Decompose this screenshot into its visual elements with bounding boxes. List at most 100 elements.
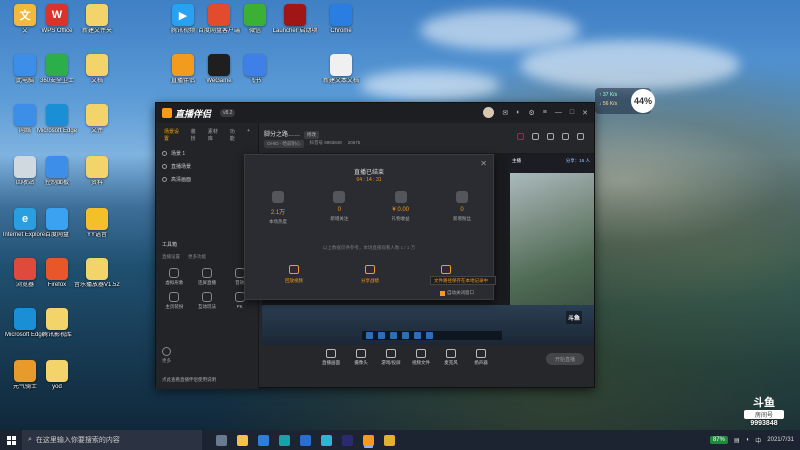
share-icon[interactable] <box>577 133 584 140</box>
record-icon[interactable] <box>517 133 524 140</box>
add-scene-icon[interactable]: + <box>247 128 250 142</box>
app-icon <box>14 360 36 382</box>
scene-item[interactable]: 高清画面 <box>156 173 258 186</box>
mail-icon[interactable]: ✉ <box>502 109 508 117</box>
skin-icon[interactable]: ◐ <box>516 109 520 116</box>
desktop-icon[interactable]: Chrome <box>318 4 364 35</box>
photoshop-icon[interactable] <box>342 434 353 446</box>
desktop-icon[interactable]: 音乐播放器V1.52 绿色 <box>74 258 120 289</box>
layout-icon[interactable] <box>547 133 554 140</box>
visibility-icon[interactable] <box>162 164 167 169</box>
minimize-icon[interactable]: — <box>555 109 562 116</box>
toolbox-tab[interactable]: 更多功能 <box>188 254 206 260</box>
app-icon <box>330 4 352 26</box>
live-companion-taskbar-icon[interactable] <box>363 434 374 446</box>
toolbox-tab[interactable]: 直播设置 <box>162 254 180 260</box>
visibility-icon[interactable] <box>162 177 167 182</box>
battery-indicator[interactable]: 87% <box>709 436 728 444</box>
lock-icon[interactable] <box>532 133 539 140</box>
browser-icon[interactable] <box>321 434 332 446</box>
desktop-icon[interactable]: YY语音 <box>74 208 120 239</box>
control-camera-button[interactable]: 摄像头 <box>346 349 376 366</box>
scene-label: 高清画面 <box>171 177 192 183</box>
desktop-icon[interactable]: Launcher 启动项 <box>272 4 318 35</box>
watermark-brand: 斗鱼 <box>753 397 775 409</box>
auto-close-checkbox[interactable]: 自动关闭窗口 <box>440 290 474 296</box>
desktop-icon[interactable]: 新建文本文档 <box>318 54 364 85</box>
control-speaker-button[interactable]: 扬声器 <box>466 349 496 366</box>
file-explorer-icon[interactable] <box>237 434 248 446</box>
more-tools-button[interactable]: 更多 <box>162 347 171 364</box>
stat-name: 新增粉丝 <box>452 216 471 221</box>
account-id: 抖音号 9993848 <box>309 140 342 145</box>
control-video-button[interactable]: 视频文件 <box>406 349 436 366</box>
settings-icon[interactable]: ⚙ <box>529 109 535 117</box>
app-l-icon[interactable] <box>300 434 311 446</box>
desktop-icon[interactable]: 文档 <box>74 54 120 85</box>
control-cast-button[interactable]: 游戏/投屏 <box>376 349 406 366</box>
desktop-icon[interactable]: 浏览器 <box>2 258 48 289</box>
tool-label: 音效 <box>235 280 245 285</box>
app-icon: W <box>46 4 68 26</box>
notification-icon[interactable] <box>562 133 569 140</box>
desktop-icon[interactable]: yod <box>34 360 80 391</box>
tool-item[interactable]: 虚拟形象 <box>158 268 191 286</box>
taskbar-search[interactable]: ⌕ 在这里输入你要搜索的内容 <box>22 430 202 450</box>
app-logo: 直播伴侣 <box>162 107 211 120</box>
clock-date: 2021/7/31 <box>767 437 794 443</box>
title-bar[interactable]: 直播伴侣 v8.2 ✉ ◐ ⚙ ≡ — □ ✕ <box>156 103 594 123</box>
network-speed-widget[interactable]: ↑ 37 K/s ↓ 56 K/s 44% <box>595 88 655 114</box>
tool-item[interactable]: 互动玩法 <box>191 292 224 310</box>
tool-item[interactable]: 连屏直播 <box>191 268 224 286</box>
maximize-icon[interactable]: □ <box>570 109 574 116</box>
desktop-icon[interactable]: 腾讯影视库 <box>34 308 80 339</box>
tab-scene-settings[interactable]: 场景设置 <box>164 128 183 142</box>
desktop-icon-label: 资料 <box>90 180 103 186</box>
checkbox-icon[interactable] <box>440 290 445 296</box>
scene-item[interactable]: 直播场景 <box>156 160 258 173</box>
app-icon <box>14 156 36 178</box>
clock[interactable]: 2021/7/31 <box>767 436 794 444</box>
left-tabs: 场景设置 装扮 素材库 功能 + <box>156 123 258 147</box>
mail-icon[interactable] <box>258 434 269 446</box>
control-label: 游戏/投屏 <box>381 360 401 365</box>
menu-icon[interactable]: ≡ <box>543 109 547 116</box>
tab-dressup[interactable]: 装扮 <box>191 128 200 142</box>
preview-host-label: 主播 <box>512 158 521 163</box>
help-notice[interactable]: 点此查看直播伴侣使用说明 <box>162 377 216 383</box>
network-icon[interactable]: ▤ <box>734 437 740 444</box>
desktop-icon[interactable]: 文件 <box>74 104 120 135</box>
share-icon <box>365 265 375 274</box>
control-screen-button[interactable]: 直播画面 <box>316 349 346 366</box>
edit-title-button[interactable]: 修改 <box>304 131 320 139</box>
tab-materials[interactable]: 素材库 <box>208 128 222 142</box>
ime-icon[interactable]: 中 <box>755 436 761 445</box>
control-mic-button[interactable]: 麦克风 <box>436 349 466 366</box>
scene-item[interactable]: 场景 1 <box>156 147 258 160</box>
edge-icon[interactable] <box>279 434 290 446</box>
category-tag[interactable]: OHIO · 哈兹耐心 <box>264 140 304 148</box>
start-live-button[interactable]: 开始直播 <box>546 353 584 365</box>
replay-video-button[interactable]: 回放视频 <box>285 265 303 284</box>
start-button[interactable] <box>0 430 22 450</box>
avatar[interactable] <box>483 107 495 118</box>
game-icon[interactable] <box>384 434 395 446</box>
microphone-icon <box>446 349 456 358</box>
visibility-icon[interactable] <box>162 151 167 156</box>
app-icon <box>46 156 68 178</box>
toolbox-title: 工具箱 <box>162 242 178 248</box>
desktop-icon[interactable]: 资料 <box>74 156 120 187</box>
fire-icon <box>272 191 284 203</box>
control-bar: 直播画面 摄像头 游戏/投屏 视频文件 麦克风 扬声器 开始直播 <box>262 347 594 387</box>
volume-icon[interactable]: ◖ <box>746 437 750 443</box>
desktop-icon[interactable]: 新建文件夹 <box>74 4 120 35</box>
share-result-button[interactable]: 分享战绩 <box>361 265 379 284</box>
tab-functions[interactable]: 功能 <box>230 128 239 142</box>
close-icon[interactable]: ✕ <box>582 109 588 117</box>
desktop-icon[interactable]: 飞书 <box>232 54 278 85</box>
monitor-icon <box>326 349 336 358</box>
tool-item[interactable]: 主页装扮 <box>158 292 191 310</box>
more-label: 更多 <box>162 358 171 363</box>
watermark-room-label: 房间号 <box>744 410 784 419</box>
task-view-icon[interactable] <box>216 434 227 446</box>
